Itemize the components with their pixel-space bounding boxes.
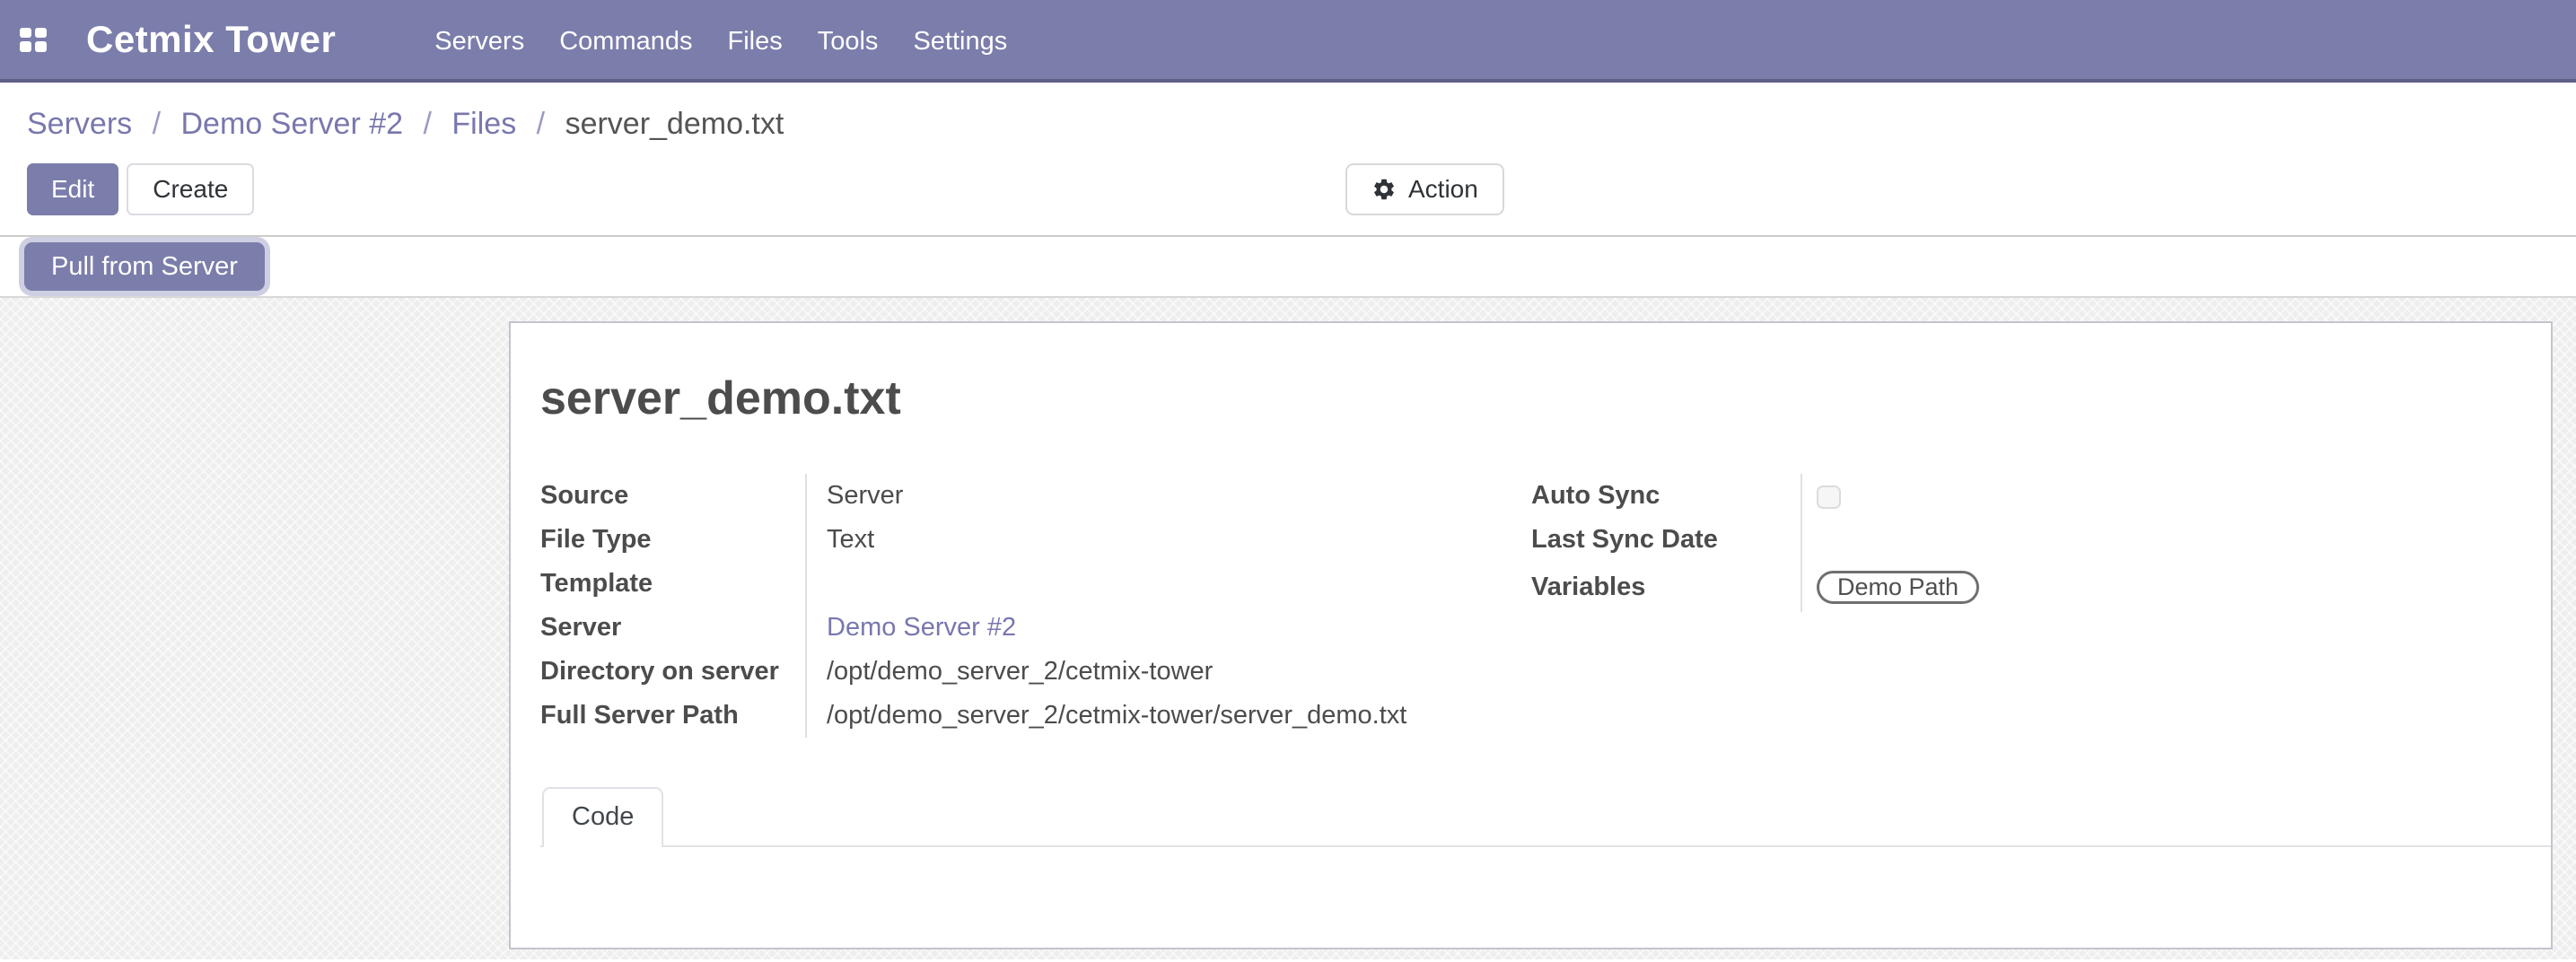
field-label: File Type bbox=[540, 518, 807, 562]
field-label: Server bbox=[540, 606, 807, 650]
breadcrumb-link-files[interactable]: Files bbox=[451, 107, 516, 141]
statusbar: Pull from Server bbox=[0, 235, 2576, 298]
form-sheet: server_demo.txt Source Server File Type … bbox=[509, 321, 2553, 949]
apps-grid-icon[interactable] bbox=[20, 28, 47, 52]
tab-strip-line bbox=[540, 845, 2551, 847]
field-row-full-path: Full Server Path /opt/demo_server_2/cetm… bbox=[540, 694, 1531, 738]
breadcrumb-separator: / bbox=[153, 107, 161, 141]
field-row-template: Template bbox=[540, 562, 1531, 606]
field-label: Variables bbox=[1531, 562, 1802, 612]
tab-code[interactable]: Code bbox=[542, 787, 663, 847]
breadcrumb-separator: / bbox=[424, 107, 432, 141]
apps-grid-square bbox=[20, 41, 31, 52]
apps-grid-square bbox=[35, 41, 47, 52]
field-value: Text bbox=[807, 525, 874, 555]
field-row-source: Source Server bbox=[540, 474, 1531, 518]
field-value: Server bbox=[807, 481, 903, 511]
top-navbar: Cetmix Tower Servers Commands Files Tool… bbox=[0, 0, 2576, 83]
record-title: server_demo.txt bbox=[540, 372, 2515, 425]
notebook: Code bbox=[540, 787, 2515, 850]
menu-item-commands[interactable]: Commands bbox=[559, 27, 692, 56]
field-label: Source bbox=[540, 474, 807, 518]
field-row-server: Server Demo Server #2 bbox=[540, 606, 1531, 650]
form-view-background: server_demo.txt Source Server File Type … bbox=[0, 298, 2576, 959]
brand-title[interactable]: Cetmix Tower bbox=[86, 18, 336, 61]
action-button[interactable]: Action bbox=[1345, 163, 1504, 215]
field-value: Demo Path bbox=[1802, 571, 1979, 604]
menu-item-files[interactable]: Files bbox=[728, 27, 783, 56]
control-buttons-row: Edit Create Action bbox=[27, 163, 2576, 215]
apps-grid-square bbox=[35, 28, 47, 39]
breadcrumb-link-servers[interactable]: Servers bbox=[27, 107, 132, 141]
field-group-left: Source Server File Type Text Template Se… bbox=[540, 474, 1531, 738]
create-button[interactable]: Create bbox=[127, 163, 254, 215]
main-menu: Servers Commands Files Tools Settings bbox=[434, 27, 1007, 57]
menu-item-tools[interactable]: Tools bbox=[818, 27, 879, 56]
auto-sync-checkbox[interactable] bbox=[1817, 485, 1841, 509]
field-row-last-sync-date: Last Sync Date bbox=[1531, 518, 2515, 562]
field-label: Template bbox=[540, 562, 807, 606]
field-label: Last Sync Date bbox=[1531, 518, 1802, 562]
breadcrumb: Servers / Demo Server #2 / Files / serve… bbox=[27, 83, 2576, 141]
menu-item-settings[interactable]: Settings bbox=[913, 27, 1007, 56]
apps-grid-square bbox=[20, 28, 31, 39]
field-groups: Source Server File Type Text Template Se… bbox=[540, 474, 2515, 738]
server-link[interactable]: Demo Server #2 bbox=[827, 613, 1016, 642]
field-value: /opt/demo_server_2/cetmix-tower bbox=[807, 657, 1213, 687]
field-group-right: Auto Sync Last Sync Date Variables Demo … bbox=[1531, 474, 2515, 738]
field-label: Full Server Path bbox=[540, 694, 807, 738]
field-row-auto-sync: Auto Sync bbox=[1531, 474, 2515, 518]
field-value: /opt/demo_server_2/cetmix-tower/server_d… bbox=[807, 701, 1406, 730]
menu-item-servers[interactable]: Servers bbox=[434, 27, 524, 56]
field-label: Auto Sync bbox=[1531, 474, 1802, 518]
control-panel: Servers / Demo Server #2 / Files / serve… bbox=[0, 83, 2576, 215]
edit-button[interactable]: Edit bbox=[27, 163, 118, 215]
gear-icon bbox=[1371, 177, 1397, 202]
pull-from-server-button[interactable]: Pull from Server bbox=[24, 242, 265, 291]
action-button-label: Action bbox=[1408, 175, 1478, 204]
breadcrumb-separator: / bbox=[537, 107, 545, 141]
field-row-variables: Variables Demo Path bbox=[1531, 562, 2515, 612]
field-row-file-type: File Type Text bbox=[540, 518, 1531, 562]
breadcrumb-current: server_demo.txt bbox=[565, 107, 784, 141]
field-value bbox=[1802, 484, 1841, 509]
field-value: Demo Server #2 bbox=[807, 613, 1016, 643]
variable-tag[interactable]: Demo Path bbox=[1817, 571, 1979, 604]
breadcrumb-link-demo-server[interactable]: Demo Server #2 bbox=[181, 107, 404, 141]
field-row-directory: Directory on server /opt/demo_server_2/c… bbox=[540, 650, 1531, 694]
field-label: Directory on server bbox=[540, 650, 807, 694]
